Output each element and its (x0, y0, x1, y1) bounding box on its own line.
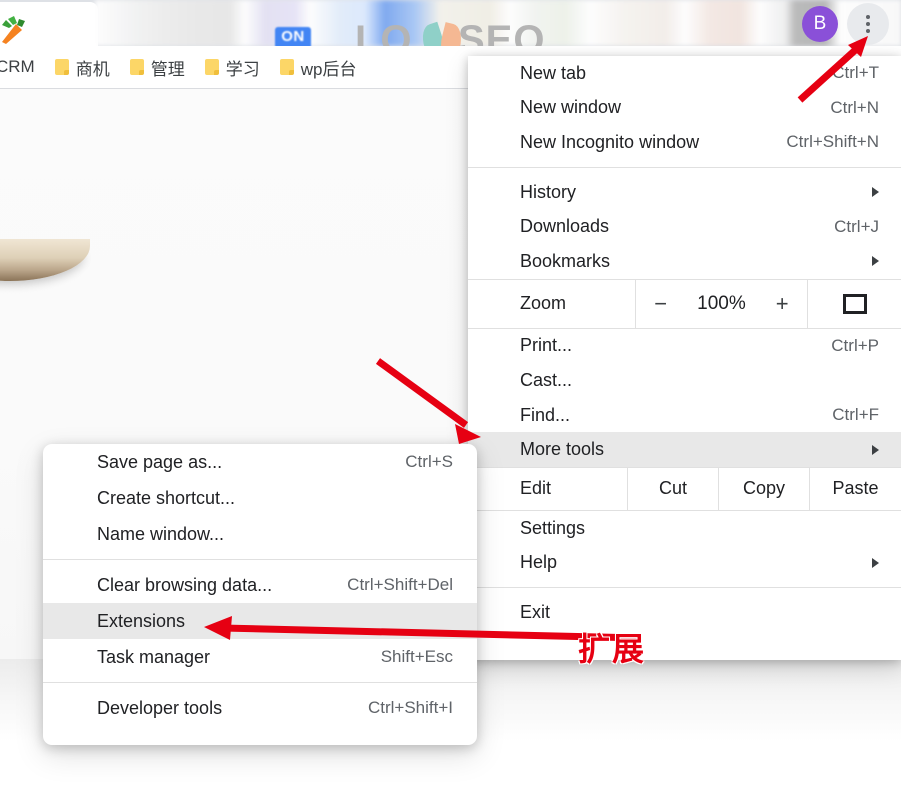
menu-item-label: Help (520, 552, 557, 573)
folder-icon (130, 59, 144, 75)
edit-label: Edit (468, 468, 627, 510)
submenu-item-shortcut: Shift+Esc (381, 647, 453, 667)
bookmark-folder-wp-backend[interactable]: wp后台 (270, 53, 367, 81)
menu-divider (468, 167, 901, 168)
bookmark-item-crm[interactable]: CRM (0, 53, 45, 81)
submenu-item-shortcut: Ctrl+S (405, 452, 453, 472)
zoom-in-button[interactable]: + (769, 291, 795, 317)
submenu-item-shortcut: Ctrl+Shift+I (368, 698, 453, 718)
chevron-right-icon (872, 558, 879, 568)
more-tools-submenu[interactable]: Save page as... Ctrl+S Create shortcut..… (43, 444, 477, 745)
menu-item-bookmarks[interactable]: Bookmarks (468, 244, 901, 279)
menu-item-label: Print... (520, 335, 572, 356)
menu-item-label: Exit (520, 602, 550, 623)
submenu-item-task-manager[interactable]: Task manager Shift+Esc (43, 639, 477, 675)
bookmark-label: 商机 (76, 55, 110, 80)
menu-item-cast[interactable]: Cast... (468, 363, 901, 398)
menu-item-label: Bookmarks (520, 251, 610, 272)
tab-strip[interactable]: ON LO SEO (0, 0, 901, 46)
zoom-label: Zoom (468, 280, 635, 328)
menu-item-label: New Incognito window (520, 132, 699, 153)
folder-icon (205, 59, 219, 75)
menu-item-new-tab[interactable]: New tab Ctrl+T (468, 56, 901, 91)
bookmark-label: 学习 (226, 55, 260, 80)
submenu-item-extensions[interactable]: Extensions (43, 603, 477, 639)
zoom-controls[interactable]: − 100% + (635, 280, 808, 328)
submenu-item-create-shortcut[interactable]: Create shortcut... (43, 480, 477, 516)
cut-button[interactable]: Cut (627, 468, 718, 510)
menu-item-downloads[interactable]: Downloads Ctrl+J (468, 209, 901, 244)
chevron-right-icon (872, 445, 879, 455)
submenu-item-clear-browsing-data[interactable]: Clear browsing data... Ctrl+Shift+Del (43, 567, 477, 603)
bowl-image (0, 239, 90, 281)
menu-item-more-tools[interactable]: More tools (468, 432, 901, 467)
avatar[interactable]: B (802, 6, 838, 42)
menu-item-shortcut: Ctrl+N (830, 98, 879, 118)
menu-item-shortcut: Ctrl+Shift+N (786, 132, 879, 152)
submenu-divider (43, 559, 477, 560)
paste-button[interactable]: Paste (809, 468, 901, 510)
menu-item-new-incognito-window[interactable]: New Incognito window Ctrl+Shift+N (468, 125, 901, 160)
menu-item-label: Downloads (520, 216, 609, 237)
submenu-item-label: Clear browsing data... (97, 575, 272, 596)
submenu-item-label: Extensions (97, 611, 185, 632)
chrome-main-menu[interactable]: New tab Ctrl+T New window Ctrl+N New Inc… (468, 56, 901, 660)
menu-item-label: New tab (520, 63, 586, 84)
menu-item-exit[interactable]: Exit (468, 595, 901, 630)
menu-item-label: Settings (520, 518, 585, 539)
menu-item-new-window[interactable]: New window Ctrl+N (468, 91, 901, 126)
menu-item-label: Find... (520, 405, 570, 426)
chevron-right-icon (872, 187, 879, 197)
menu-item-label: New window (520, 97, 621, 118)
folder-icon (55, 59, 69, 75)
zoom-out-button[interactable]: − (648, 291, 674, 317)
menu-item-print[interactable]: Print... Ctrl+P (468, 329, 901, 364)
bookmark-folder-guanli[interactable]: 管理 (120, 53, 195, 81)
menu-divider (468, 587, 901, 588)
submenu-item-developer-tools[interactable]: Developer tools Ctrl+Shift+I (43, 690, 477, 726)
zoom-level-value: 100% (697, 293, 746, 315)
menu-row-zoom[interactable]: Zoom − 100% + (468, 279, 901, 329)
bookmark-folder-shangji[interactable]: 商机 (45, 53, 120, 81)
menu-item-shortcut: Ctrl+F (832, 405, 879, 425)
submenu-item-save-page-as[interactable]: Save page as... Ctrl+S (43, 444, 477, 480)
menu-item-settings[interactable]: Settings (468, 511, 901, 546)
submenu-divider (43, 682, 477, 683)
menu-item-find[interactable]: Find... Ctrl+F (468, 398, 901, 433)
carrot-icon (0, 16, 30, 46)
bookmark-label: CRM (0, 57, 35, 77)
submenu-item-shortcut: Ctrl+Shift+Del (347, 575, 453, 595)
submenu-item-label: Task manager (97, 647, 210, 668)
fullscreen-icon (843, 294, 867, 314)
submenu-item-label: Save page as... (97, 452, 222, 473)
menu-item-label: More tools (520, 439, 604, 460)
menu-item-label: History (520, 182, 576, 203)
copy-button[interactable]: Copy (718, 468, 809, 510)
submenu-item-label: Name window... (97, 524, 224, 545)
menu-item-label: Cast... (520, 370, 572, 391)
three-dot-menu-icon[interactable] (847, 3, 889, 45)
submenu-item-label: Create shortcut... (97, 488, 235, 509)
menu-item-shortcut: Ctrl+J (834, 217, 879, 237)
menu-item-help[interactable]: Help (468, 546, 901, 581)
chevron-right-icon (872, 256, 879, 266)
bookmark-folder-xuexi[interactable]: 学习 (195, 53, 270, 81)
submenu-item-name-window[interactable]: Name window... (43, 516, 477, 552)
fullscreen-button[interactable] (808, 280, 901, 328)
menu-row-edit[interactable]: Edit Cut Copy Paste (468, 467, 901, 511)
menu-item-shortcut: Ctrl+P (831, 336, 879, 356)
menu-item-shortcut: Ctrl+T (832, 63, 879, 83)
bookmark-label: 管理 (151, 55, 185, 80)
folder-icon (280, 59, 294, 75)
submenu-item-label: Developer tools (97, 698, 222, 719)
bookmark-label: wp后台 (301, 55, 357, 80)
menu-item-history[interactable]: History (468, 175, 901, 210)
